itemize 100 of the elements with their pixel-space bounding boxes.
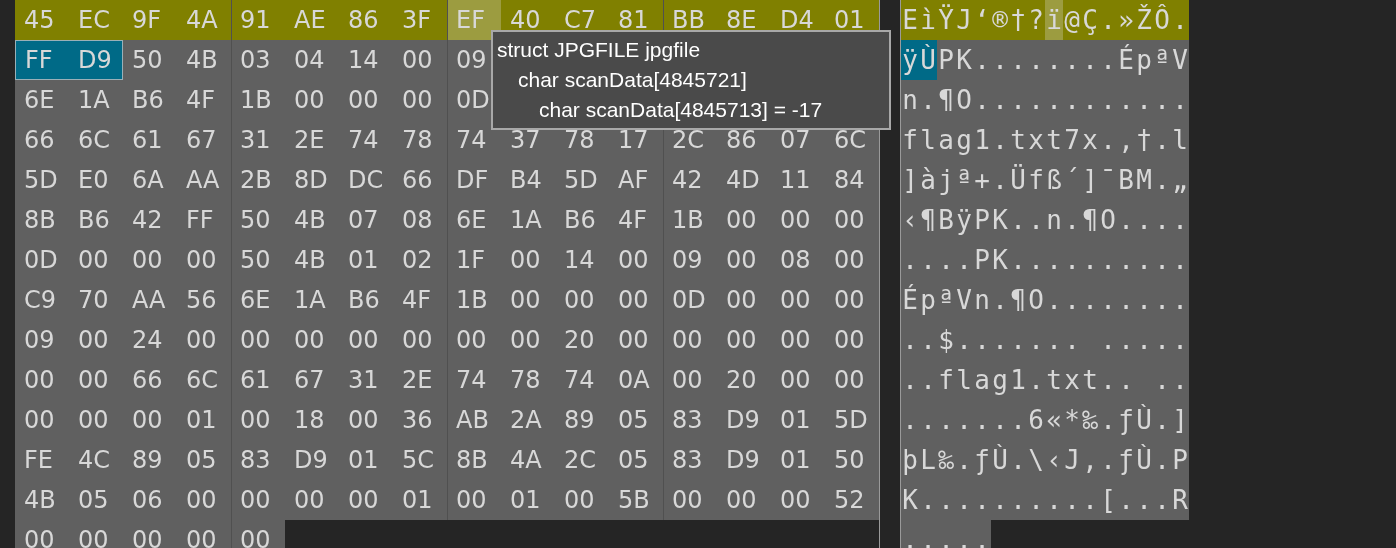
hex-byte[interactable]: 00 <box>717 320 771 360</box>
hex-byte[interactable]: 78 <box>393 120 447 160</box>
hex-byte[interactable]: 6E <box>15 80 69 120</box>
hex-byte[interactable]: 50 <box>825 440 879 480</box>
hex-byte[interactable]: 5C <box>393 440 447 480</box>
hex-byte[interactable]: 6E <box>231 280 285 320</box>
hex-byte[interactable]: 4A <box>501 440 555 480</box>
hex-byte[interactable]: 00 <box>231 400 285 440</box>
hex-byte[interactable]: B6 <box>339 280 393 320</box>
hex-byte[interactable]: 01 <box>771 400 825 440</box>
hex-byte[interactable]: AA <box>123 280 177 320</box>
hex-byte[interactable]: 52 <box>825 480 879 520</box>
hex-byte[interactable]: 00 <box>69 360 123 400</box>
hex-byte[interactable]: 08 <box>393 200 447 240</box>
hex-byte[interactable]: 5D <box>15 160 69 200</box>
hex-byte[interactable]: 00 <box>447 480 501 520</box>
hex-byte[interactable]: 00 <box>771 320 825 360</box>
hex-byte[interactable]: FF <box>177 200 231 240</box>
hex-byte[interactable]: 4C <box>69 440 123 480</box>
hex-byte[interactable]: 00 <box>393 80 447 120</box>
hex-byte[interactable]: D9 <box>717 440 771 480</box>
hex-byte[interactable]: 00 <box>447 320 501 360</box>
hex-byte[interactable]: 07 <box>339 200 393 240</box>
hex-byte[interactable]: 09 <box>15 320 69 360</box>
hex-byte[interactable]: 0D <box>663 280 717 320</box>
hex-byte[interactable]: 4B <box>177 40 231 80</box>
hex-byte[interactable]: 4B <box>285 240 339 280</box>
hex-byte[interactable]: 00 <box>825 320 879 360</box>
hex-byte[interactable]: 00 <box>825 360 879 400</box>
hex-byte[interactable]: 00 <box>717 480 771 520</box>
hex-byte[interactable]: 00 <box>339 480 393 520</box>
hex-byte[interactable]: 86 <box>339 0 393 40</box>
hex-byte[interactable]: 00 <box>501 240 555 280</box>
hex-byte[interactable]: 67 <box>285 360 339 400</box>
hex-byte[interactable]: 00 <box>339 320 393 360</box>
hex-byte[interactable]: 01 <box>339 240 393 280</box>
hex-byte[interactable]: 31 <box>339 360 393 400</box>
hex-byte[interactable]: 50 <box>123 40 177 80</box>
hex-byte[interactable]: 50 <box>231 240 285 280</box>
hex-byte[interactable]: 6C <box>177 360 231 400</box>
hex-byte[interactable]: 00 <box>285 80 339 120</box>
hex-byte[interactable]: 3F <box>393 0 447 40</box>
hex-byte[interactable]: 2A <box>501 400 555 440</box>
hex-byte[interactable]: 06 <box>123 480 177 520</box>
hex-byte[interactable]: 00 <box>393 40 447 80</box>
hex-byte[interactable]: 0A <box>609 360 663 400</box>
hex-byte[interactable]: 00 <box>825 200 879 240</box>
hex-byte[interactable]: 56 <box>177 280 231 320</box>
hex-byte[interactable]: 74 <box>555 360 609 400</box>
hex-byte[interactable]: 1A <box>285 280 339 320</box>
hex-byte[interactable]: 61 <box>123 120 177 160</box>
hex-byte[interactable]: 00 <box>501 280 555 320</box>
hex-byte[interactable]: 31 <box>231 120 285 160</box>
hex-byte[interactable]: 4B <box>15 480 69 520</box>
hex-byte[interactable]: 00 <box>231 480 285 520</box>
hex-byte[interactable]: 01 <box>339 440 393 480</box>
hex-byte[interactable]: 36 <box>393 400 447 440</box>
hex-byte[interactable]: 24 <box>123 320 177 360</box>
hex-byte[interactable]: 5D <box>825 400 879 440</box>
hex-byte[interactable]: 1B <box>663 200 717 240</box>
hex-byte[interactable]: 42 <box>123 200 177 240</box>
hex-byte[interactable]: B6 <box>555 200 609 240</box>
hex-byte[interactable]: 00 <box>177 320 231 360</box>
hex-byte[interactable]: 20 <box>555 320 609 360</box>
hex-byte[interactable]: D9 <box>69 40 123 80</box>
hex-byte[interactable]: 2E <box>393 360 447 400</box>
hex-byte[interactable]: 91 <box>231 0 285 40</box>
hex-byte[interactable]: 14 <box>555 240 609 280</box>
hex-byte[interactable]: 00 <box>663 320 717 360</box>
hex-byte[interactable]: 42 <box>663 160 717 200</box>
hex-byte[interactable]: 00 <box>339 80 393 120</box>
hex-byte[interactable]: 00 <box>15 360 69 400</box>
hex-byte[interactable]: 00 <box>231 520 285 548</box>
hex-byte[interactable]: 1B <box>231 80 285 120</box>
hex-byte[interactable]: 11 <box>771 160 825 200</box>
hex-byte[interactable]: 00 <box>123 240 177 280</box>
hex-byte[interactable]: EC <box>69 0 123 40</box>
hex-byte[interactable]: 4A <box>177 0 231 40</box>
hex-byte[interactable]: 78 <box>501 360 555 400</box>
hex-byte[interactable]: 05 <box>609 440 663 480</box>
hex-byte[interactable]: 00 <box>555 480 609 520</box>
hex-byte[interactable]: 00 <box>609 320 663 360</box>
hex-byte[interactable]: 83 <box>663 400 717 440</box>
hex-byte[interactable]: 6A <box>123 160 177 200</box>
hex-byte[interactable]: AE <box>285 0 339 40</box>
hex-byte[interactable]: AF <box>609 160 663 200</box>
hex-byte[interactable]: 03 <box>231 40 285 80</box>
hex-byte[interactable]: 00 <box>69 520 123 548</box>
hex-byte[interactable]: 74 <box>447 360 501 400</box>
hex-byte[interactable]: 00 <box>771 480 825 520</box>
hex-byte[interactable]: 66 <box>15 120 69 160</box>
hex-byte[interactable]: 00 <box>339 400 393 440</box>
hex-byte[interactable]: 04 <box>285 40 339 80</box>
hex-byte[interactable]: 00 <box>15 400 69 440</box>
hex-byte[interactable]: FE <box>15 440 69 480</box>
hex-byte[interactable]: 74 <box>447 120 501 160</box>
hex-byte[interactable]: 00 <box>663 480 717 520</box>
hex-byte[interactable]: 00 <box>609 240 663 280</box>
hex-byte[interactable]: 1F <box>447 240 501 280</box>
hex-byte[interactable]: 00 <box>501 320 555 360</box>
